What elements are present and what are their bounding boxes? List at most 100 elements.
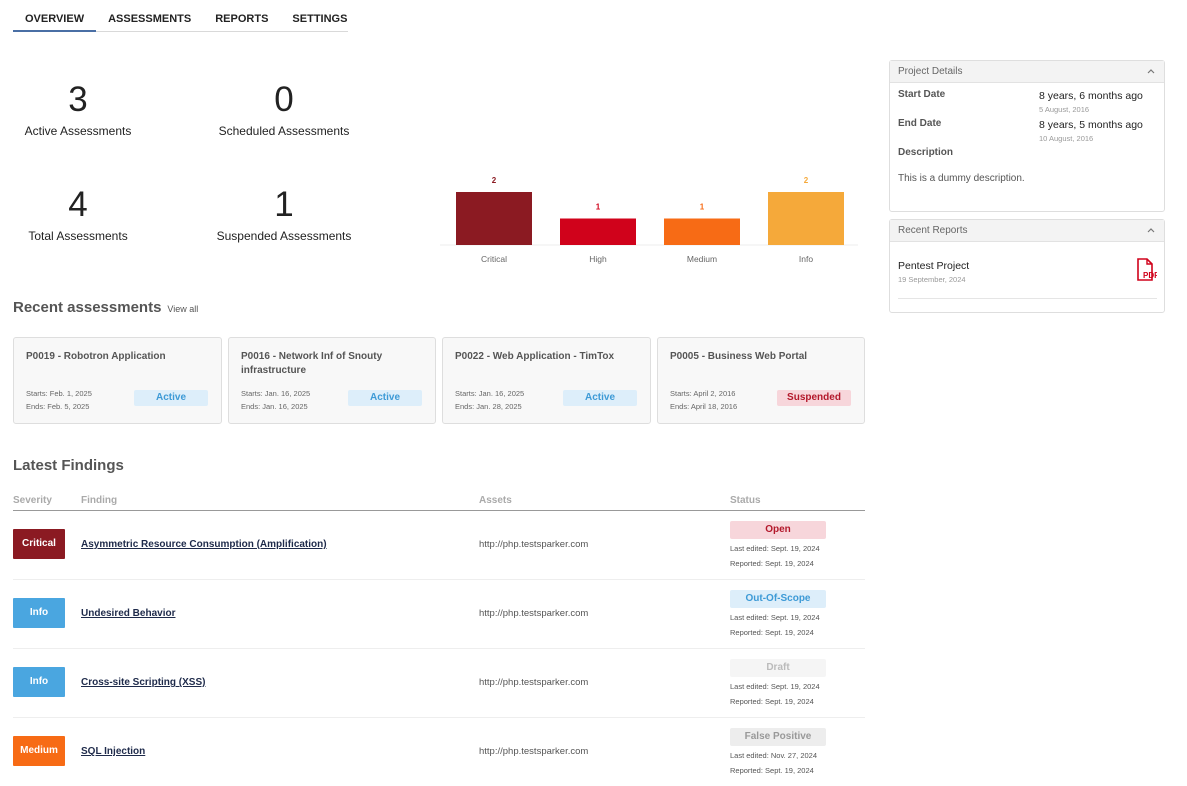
assessment-card[interactable]: P0022 - Web Application - TimTox Starts:…	[442, 337, 651, 424]
end-date-label: End Date	[898, 118, 942, 129]
stat-total-assessments: 4 Total Assessments	[0, 185, 168, 243]
finding-asset: http://php.testsparker.com	[479, 608, 589, 619]
status-badge: Active	[348, 390, 422, 406]
bar-info	[768, 192, 844, 245]
bar-value-label: 2	[804, 176, 809, 185]
svg-text:PDF: PDF	[1143, 271, 1157, 280]
bar-high	[560, 218, 636, 245]
project-details-header[interactable]: Project Details	[890, 61, 1164, 83]
assessment-end: Ends: Feb. 5, 2025	[26, 402, 90, 411]
assessment-end: Ends: Jan. 16, 2025	[241, 402, 308, 411]
table-row: Critical Asymmetric Resource Consumption…	[13, 511, 865, 580]
bar-value-label: 1	[700, 203, 705, 212]
recent-reports-panel: Recent Reports Pentest Project 19 Septem…	[889, 219, 1165, 313]
finding-link[interactable]: Cross-site Scripting (XSS)	[81, 677, 205, 688]
table-row: Info Cross-site Scripting (XSS) http://p…	[13, 649, 865, 718]
assessment-title: P0019 - Robotron Application	[26, 351, 166, 362]
header-assets[interactable]: Assets	[479, 495, 512, 506]
finding-reported: Reported: Sept. 19, 2024	[730, 766, 814, 775]
report-item[interactable]: Pentest Project 19 September, 2024 PDF	[898, 258, 1157, 299]
finding-asset: http://php.testsparker.com	[479, 746, 589, 757]
stat-value: 3	[68, 80, 88, 119]
start-date-label: Start Date	[898, 89, 946, 100]
assessment-card[interactable]: P0005 - Business Web Portal Starts: Apri…	[657, 337, 865, 424]
finding-link[interactable]: SQL Injection	[81, 746, 145, 757]
header-severity[interactable]: Severity	[13, 495, 52, 506]
finding-reported: Reported: Sept. 19, 2024	[730, 697, 814, 706]
bar-critical	[456, 192, 532, 245]
assessment-title: P0016 - Network Inf of Snouty infrastruc…	[241, 351, 383, 376]
view-all-link[interactable]: View all	[167, 304, 198, 314]
stat-label: Suspended Assessments	[216, 229, 352, 243]
assessment-title: P0022 - Web Application - TimTox	[455, 351, 615, 362]
table-row: Medium SQL Injection http://php.testspar…	[13, 718, 865, 786]
assessment-start: Starts: Jan. 16, 2025	[455, 389, 525, 398]
status-badge: Suspended	[777, 390, 851, 406]
assessment-start: Starts: April 2, 2016	[670, 389, 736, 398]
finding-link[interactable]: Asymmetric Resource Consumption (Amplifi…	[81, 539, 327, 550]
tab-assessments[interactable]: ASSESSMENTS	[96, 8, 203, 32]
recent-reports-header[interactable]: Recent Reports	[890, 220, 1164, 242]
finding-asset: http://php.testsparker.com	[479, 539, 589, 550]
finding-last-edited: Last edited: Nov. 27, 2024	[730, 751, 818, 760]
finding-reported: Reported: Sept. 19, 2024	[730, 628, 814, 637]
description-text: This is a dummy description.	[898, 173, 1025, 184]
assessment-card[interactable]: P0016 - Network Inf of Snouty infrastruc…	[228, 337, 436, 424]
severity-badge: Info	[13, 667, 65, 697]
report-name: Pentest Project	[898, 260, 970, 272]
panel-title: Recent Reports	[898, 225, 968, 236]
header-status[interactable]: Status	[730, 495, 761, 506]
start-date-exact: 5 August, 2016	[1039, 105, 1090, 114]
severity-badge: Medium	[13, 736, 65, 766]
stat-label: Scheduled Assessments	[218, 124, 350, 138]
assessment-card[interactable]: P0019 - Robotron Application Starts: Feb…	[13, 337, 222, 424]
finding-link[interactable]: Undesired Behavior	[81, 608, 175, 619]
findings-table-header: Severity Finding Assets Status	[13, 494, 865, 511]
finding-asset: http://php.testsparker.com	[479, 677, 589, 688]
finding-status-badge: False Positive	[730, 728, 826, 746]
recent-assessments-title: Recent assessments View all	[13, 299, 198, 316]
status-badge: Active	[134, 390, 208, 406]
latest-findings-title: Latest Findings	[13, 457, 124, 474]
category-tick-label: Critical	[481, 254, 507, 264]
finding-status-badge: Draft	[730, 659, 826, 677]
stat-value: 0	[274, 80, 294, 119]
tab-bar: OVERVIEW ASSESSMENTS REPORTS SETTINGS	[13, 8, 348, 32]
finding-last-edited: Last edited: Sept. 19, 2024	[730, 544, 820, 553]
severity-bar-chart: 2 Critical 1 High 1 Medium 2 Info	[440, 176, 858, 264]
start-date-value: 8 years, 6 months ago	[1039, 90, 1143, 102]
stat-label: Total Assessments	[28, 229, 128, 243]
finding-last-edited: Last edited: Sept. 19, 2024	[730, 613, 820, 622]
header-finding[interactable]: Finding	[81, 495, 117, 506]
assessment-start: Starts: Feb. 1, 2025	[26, 389, 92, 398]
pdf-file-icon[interactable]: PDF	[1135, 258, 1157, 282]
severity-badge: Critical	[13, 529, 65, 559]
tab-settings[interactable]: SETTINGS	[280, 8, 359, 32]
description-label: Description	[898, 147, 954, 158]
finding-reported: Reported: Sept. 19, 2024	[730, 559, 814, 568]
assessment-end: Ends: Jan. 28, 2025	[455, 402, 522, 411]
bar-value-label: 2	[492, 176, 497, 185]
finding-last-edited: Last edited: Sept. 19, 2024	[730, 682, 820, 691]
category-tick-label: High	[589, 254, 607, 264]
end-date-exact: 10 August, 2016	[1039, 134, 1094, 143]
end-date-value: 8 years, 5 months ago	[1039, 119, 1143, 131]
table-row: Info Undesired Behavior http://php.tests…	[13, 580, 865, 649]
assessment-title: P0005 - Business Web Portal	[670, 351, 808, 362]
chevron-up-icon[interactable]	[1147, 67, 1155, 75]
severity-badge: Info	[13, 598, 65, 628]
tab-reports[interactable]: REPORTS	[203, 8, 280, 32]
status-badge: Active	[563, 390, 637, 406]
tab-overview[interactable]: OVERVIEW	[13, 8, 97, 32]
chevron-up-icon[interactable]	[1147, 226, 1155, 234]
stat-active-assessments: 3 Active Assessments	[0, 80, 168, 138]
stat-value: 4	[68, 185, 88, 224]
category-tick-label: Medium	[687, 254, 717, 264]
bar-value-label: 1	[596, 203, 601, 212]
stat-label: Active Assessments	[24, 124, 132, 138]
panel-title: Project Details	[898, 66, 963, 77]
bar-medium	[664, 218, 740, 245]
finding-status-badge: Open	[730, 521, 826, 539]
assessment-start: Starts: Jan. 16, 2025	[241, 389, 311, 398]
project-details-panel: Project Details Start Date 8 years, 6 mo…	[889, 60, 1165, 212]
